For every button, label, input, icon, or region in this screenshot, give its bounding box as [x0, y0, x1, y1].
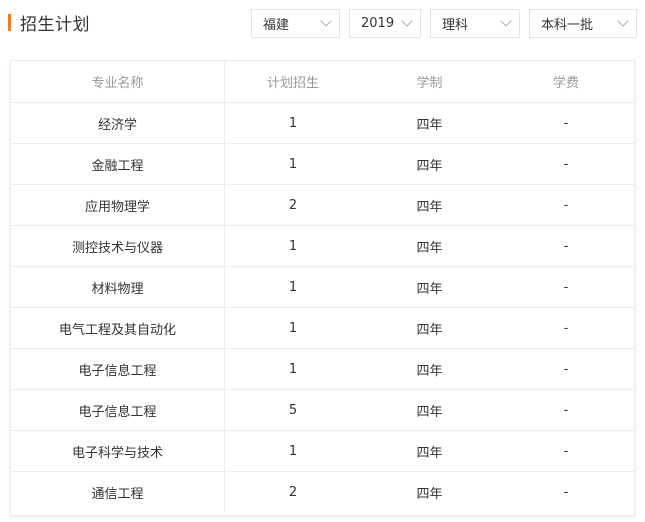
cell-plan: 1	[224, 143, 361, 185]
subject-select[interactable]: 理科	[430, 9, 520, 38]
cell-fee: -	[498, 389, 634, 431]
table-row: 金融工程 1 四年 -	[11, 143, 634, 185]
cell-major: 电子信息工程	[11, 389, 225, 431]
column-header-plan: 计划招生	[224, 61, 361, 103]
table-row: 应用物理学 2 四年 -	[11, 184, 634, 226]
cell-duration: 四年	[361, 266, 498, 308]
chevron-down-icon	[320, 15, 332, 27]
cell-duration: 四年	[361, 102, 498, 144]
chevron-down-icon	[500, 15, 512, 27]
cell-plan: 1	[224, 348, 361, 390]
table-row: 电子信息工程 5 四年 -	[11, 389, 634, 431]
table-row: 电子科学与技术 1 四年 -	[11, 430, 634, 472]
cell-plan: 2	[224, 184, 361, 226]
cell-plan: 2	[288, 484, 298, 500]
cell-duration: 四年	[361, 184, 498, 226]
cell-plan: 1	[224, 430, 361, 472]
cell-major: 通信工程	[11, 471, 225, 512]
year-select-value: 2019	[361, 16, 395, 31]
cell-plan: 1	[224, 225, 361, 267]
enrollment-table-card: 专业名称 计划招生 学制 学费 经济学 1 四年 - 金融工程 1 四年 - 应…	[10, 60, 635, 516]
year-select[interactable]: 2019	[349, 9, 421, 38]
province-select-value: 福建	[263, 18, 290, 33]
cell-major: 测控技术与仪器	[11, 225, 225, 267]
cell-duration: 四年	[361, 430, 498, 472]
cell-major: 金融工程	[11, 143, 225, 185]
section-header: 招生计划	[8, 10, 90, 35]
cell-duration: 四年	[361, 307, 498, 349]
cell-duration: 四年	[361, 143, 498, 185]
filter-bar: 福建 2019 理科 本科一批	[251, 9, 637, 38]
chevron-down-icon	[401, 15, 413, 27]
column-header-major: 专业名称	[11, 61, 225, 103]
cell-fee: -	[563, 484, 569, 500]
page-title: 招生计划	[20, 14, 90, 35]
batch-select-value: 本科一批	[541, 18, 594, 33]
cell-major: 电子科学与技术	[11, 430, 225, 472]
cell-plan: 5	[224, 389, 361, 431]
column-header-duration: 学制	[361, 61, 498, 103]
table-row: 测控技术与仪器 1 四年 -	[11, 225, 634, 267]
cell-fee: -	[498, 225, 634, 267]
cell-major: 电气工程及其自动化	[11, 307, 225, 349]
cell-fee: -	[498, 184, 634, 226]
title-accent-bar	[8, 13, 11, 31]
subject-select-value: 理科	[442, 18, 469, 33]
cell-plan: 1	[224, 307, 361, 349]
enrollment-plan-panel: 招生计划 福建 2019 理科 本科一批 专业名称 计划招生 学制 学费 经济学…	[0, 0, 645, 522]
enrollment-table: 专业名称 计划招生 学制 学费 经济学 1 四年 - 金融工程 1 四年 - 应…	[11, 61, 634, 512]
column-header-fee: 学费	[498, 61, 634, 103]
cell-fee: -	[498, 102, 634, 144]
province-select[interactable]: 福建	[251, 9, 340, 38]
chevron-down-icon	[617, 15, 629, 27]
table-header-row: 专业名称 计划招生 学制 学费	[11, 61, 634, 103]
cell-plan: 1	[224, 266, 361, 308]
table-row: 通信工程 2 四年 -	[11, 471, 634, 512]
cell-fee: -	[498, 307, 634, 349]
cell-major: 材料物理	[11, 266, 225, 308]
table-row: 材料物理 1 四年 -	[11, 266, 634, 308]
cell-plan: 1	[224, 102, 361, 144]
cell-major: 经济学	[11, 102, 225, 144]
cell-major: 电子信息工程	[11, 348, 225, 390]
table-row: 经济学 1 四年 -	[11, 102, 634, 144]
cell-fee: -	[498, 266, 634, 308]
batch-select[interactable]: 本科一批	[529, 9, 637, 38]
cell-major: 应用物理学	[11, 184, 225, 226]
table-row: 电子信息工程 1 四年 -	[11, 348, 634, 390]
cell-duration: 四年	[416, 486, 443, 502]
cell-fee: -	[498, 430, 634, 472]
table-row: 电气工程及其自动化 1 四年 -	[11, 307, 634, 349]
cell-duration: 四年	[361, 348, 498, 390]
cell-duration: 四年	[361, 389, 498, 431]
cell-fee: -	[498, 143, 634, 185]
cell-duration: 四年	[361, 225, 498, 267]
cell-fee: -	[498, 348, 634, 390]
